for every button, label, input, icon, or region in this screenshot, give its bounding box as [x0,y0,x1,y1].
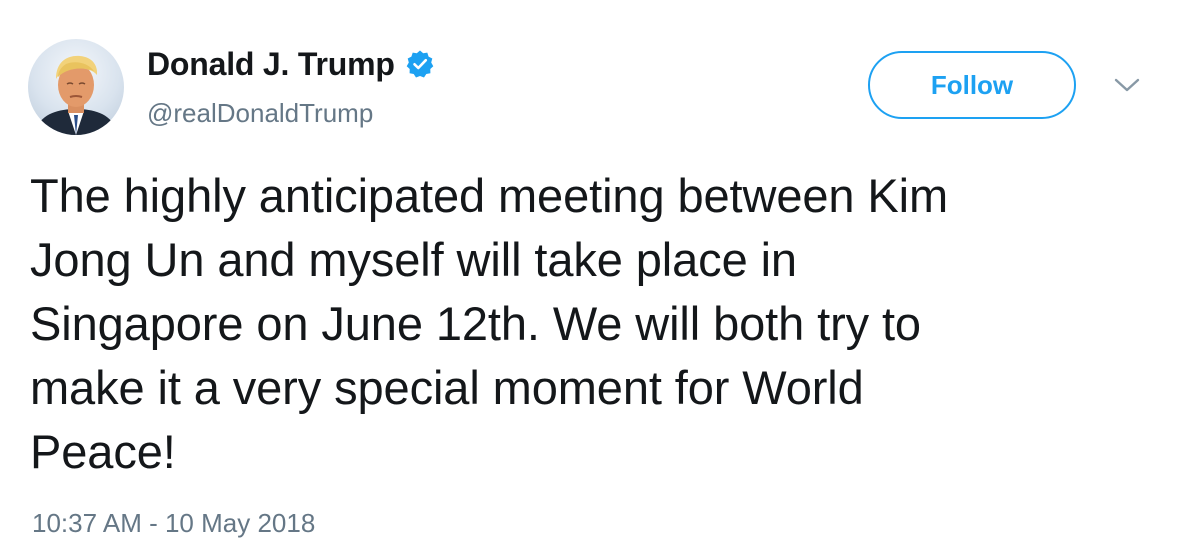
chevron-down-icon[interactable] [1112,75,1142,95]
display-name-row: Donald J. Trump [147,40,435,88]
tweet-text-line: The highly anticipated meeting between K… [30,169,949,222]
tweet-text-line: Jong Un and myself will take place in [30,233,797,286]
tweet-card: Donald J. Trump @realDonaldTrump Follow … [0,0,1200,556]
avatar[interactable] [28,39,124,135]
follow-button[interactable]: Follow [868,51,1076,119]
tweet-text-line: Peace! [30,425,176,478]
tweet-text-line: make it a very special moment for World [30,361,864,414]
tweet-text: The highly anticipated meeting between K… [30,164,1170,484]
timestamp[interactable]: 10:37 AM - 10 May 2018 [32,506,315,540]
tweet-text-line: Singapore on June 12th. We will both try… [30,297,921,350]
verified-badge-icon [405,49,435,79]
display-name[interactable]: Donald J. Trump [147,40,395,88]
avatar-image [34,55,118,135]
user-handle[interactable]: @realDonaldTrump [147,96,373,130]
